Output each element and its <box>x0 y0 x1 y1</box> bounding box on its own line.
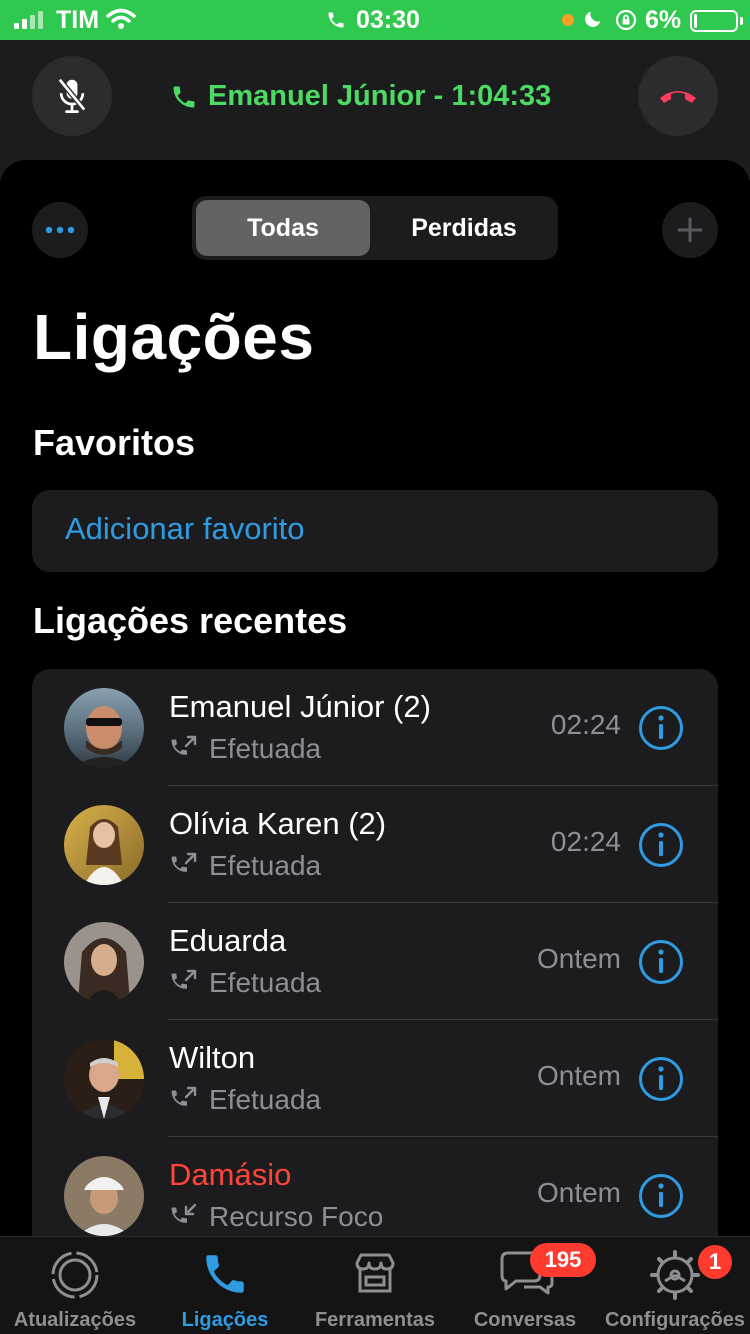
battery-percent: 6% <box>645 6 682 34</box>
tab-label: Conversas <box>473 1309 577 1331</box>
filter-segmented-control: Todas Perdidas <box>192 196 558 260</box>
info-icon[interactable] <box>638 705 684 751</box>
signal-icon <box>14 11 43 29</box>
recent-calls-list: Emanuel Júnior (2) Efetuada 02:24 Olívia… <box>32 669 718 1269</box>
battery-icon <box>690 10 743 32</box>
rotation-lock-icon <box>615 9 637 31</box>
call-time: 02:24 <box>550 709 621 740</box>
status-icon <box>51 1251 99 1299</box>
clock: 03:30 <box>356 6 420 34</box>
tab-atualizacoes[interactable]: Atualizações <box>0 1237 150 1334</box>
outgoing-call-icon <box>171 1086 197 1106</box>
contact-name: Olívia Karen (2) <box>169 806 387 841</box>
call-type-label: Efetuada <box>209 967 322 998</box>
outgoing-call-icon <box>171 735 197 755</box>
phone-icon <box>206 1255 244 1293</box>
call-row[interactable]: Wilton Efetuada Ontem <box>32 1020 718 1137</box>
outgoing-call-icon <box>171 852 197 872</box>
tab-configuracoes[interactable]: Configurações 1 <box>600 1237 750 1334</box>
call-type: Efetuada <box>169 733 321 765</box>
status-bar: TIM 03:30 6% <box>0 0 750 40</box>
call-type-label: Recurso Foco <box>209 1201 384 1232</box>
carrier-label: TIM <box>56 6 100 34</box>
avatar <box>64 805 144 885</box>
new-call-button[interactable] <box>662 202 718 258</box>
call-type: Efetuada <box>169 850 321 882</box>
segment-todas[interactable]: Todas <box>196 200 370 256</box>
active-call-banner[interactable]: Emanuel Júnior - 1:04:33 <box>0 40 750 180</box>
call-type-label: Efetuada <box>209 1084 322 1115</box>
call-row[interactable]: Eduarda Efetuada Ontem <box>32 903 718 1020</box>
favorites-heading: Favoritos <box>33 422 196 463</box>
mic-in-use-indicator <box>562 14 574 26</box>
call-row[interactable]: Olívia Karen (2) Efetuada 02:24 <box>32 786 718 903</box>
phone-icon <box>173 86 195 107</box>
hang-up-icon <box>660 91 696 103</box>
call-time: Ontem <box>536 943 621 974</box>
info-icon[interactable] <box>638 822 684 868</box>
wifi-icon <box>106 8 136 29</box>
call-info[interactable]: Emanuel Júnior - 1:04:33 <box>170 80 551 113</box>
avatar <box>64 922 144 1002</box>
call-row[interactable]: Emanuel Júnior (2) Efetuada 02:24 <box>32 669 718 786</box>
call-time: Ontem <box>536 1177 621 1208</box>
tab-bar: Atualizações Ligações Ferramentas Conver… <box>0 1236 750 1334</box>
mic-off-icon <box>57 77 87 113</box>
call-type-label: Efetuada <box>209 733 322 764</box>
segment-perdidas[interactable]: Perdidas <box>374 200 554 256</box>
tab-ligacoes[interactable]: Ligações <box>150 1237 300 1334</box>
add-favorite-link[interactable]: Adicionar favorito <box>65 511 305 547</box>
tab-label: Ferramentas <box>314 1309 436 1331</box>
avatar <box>64 688 144 768</box>
tab-conversas[interactable]: Conversas 195 <box>450 1237 600 1334</box>
call-type-label: Efetuada <box>209 850 322 881</box>
call-info-text: Emanuel Júnior - 1:04:33 <box>208 80 552 112</box>
contact-name: Damásio <box>169 1157 292 1192</box>
gear-icon <box>650 1250 700 1300</box>
tab-label: Atualizações <box>13 1309 137 1331</box>
recent-calls-heading: Ligações recentes <box>33 600 348 641</box>
call-time: Ontem <box>536 1060 621 1091</box>
outgoing-call-icon <box>171 969 197 989</box>
call-type: Efetuada <box>169 967 321 999</box>
calls-sheet: Todas Perdidas Ligações Favoritos Adicio… <box>0 160 750 1269</box>
avatar <box>64 1156 144 1236</box>
unread-badge: 195 <box>530 1243 596 1277</box>
moon-icon <box>585 11 601 27</box>
notification-badge: 1 <box>698 1245 732 1279</box>
tab-ferramentas[interactable]: Ferramentas <box>300 1237 450 1334</box>
info-icon[interactable] <box>638 939 684 985</box>
store-icon <box>355 1253 395 1293</box>
contact-name: Wilton <box>169 1040 256 1075</box>
favorites-card: Adicionar favorito <box>32 490 718 572</box>
plus-icon <box>677 217 703 243</box>
more-options-button[interactable] <box>32 202 88 258</box>
phone-icon <box>328 12 344 28</box>
ellipsis-icon <box>45 226 75 234</box>
incoming-call-icon <box>171 1203 197 1223</box>
end-call-button[interactable] <box>638 56 718 136</box>
avatar <box>64 1039 144 1119</box>
page-title: Ligações <box>33 301 315 373</box>
info-icon[interactable] <box>638 1173 684 1219</box>
contact-name: Emanuel Júnior (2) <box>169 689 431 724</box>
call-time: 02:24 <box>550 826 621 857</box>
tab-label: Configurações <box>604 1309 746 1331</box>
call-type: Recurso Foco <box>169 1201 383 1233</box>
contact-name: Eduarda <box>169 923 287 958</box>
mute-button[interactable] <box>32 56 112 136</box>
tab-label: Ligações <box>181 1309 269 1331</box>
call-type: Efetuada <box>169 1084 321 1116</box>
info-icon[interactable] <box>638 1056 684 1102</box>
